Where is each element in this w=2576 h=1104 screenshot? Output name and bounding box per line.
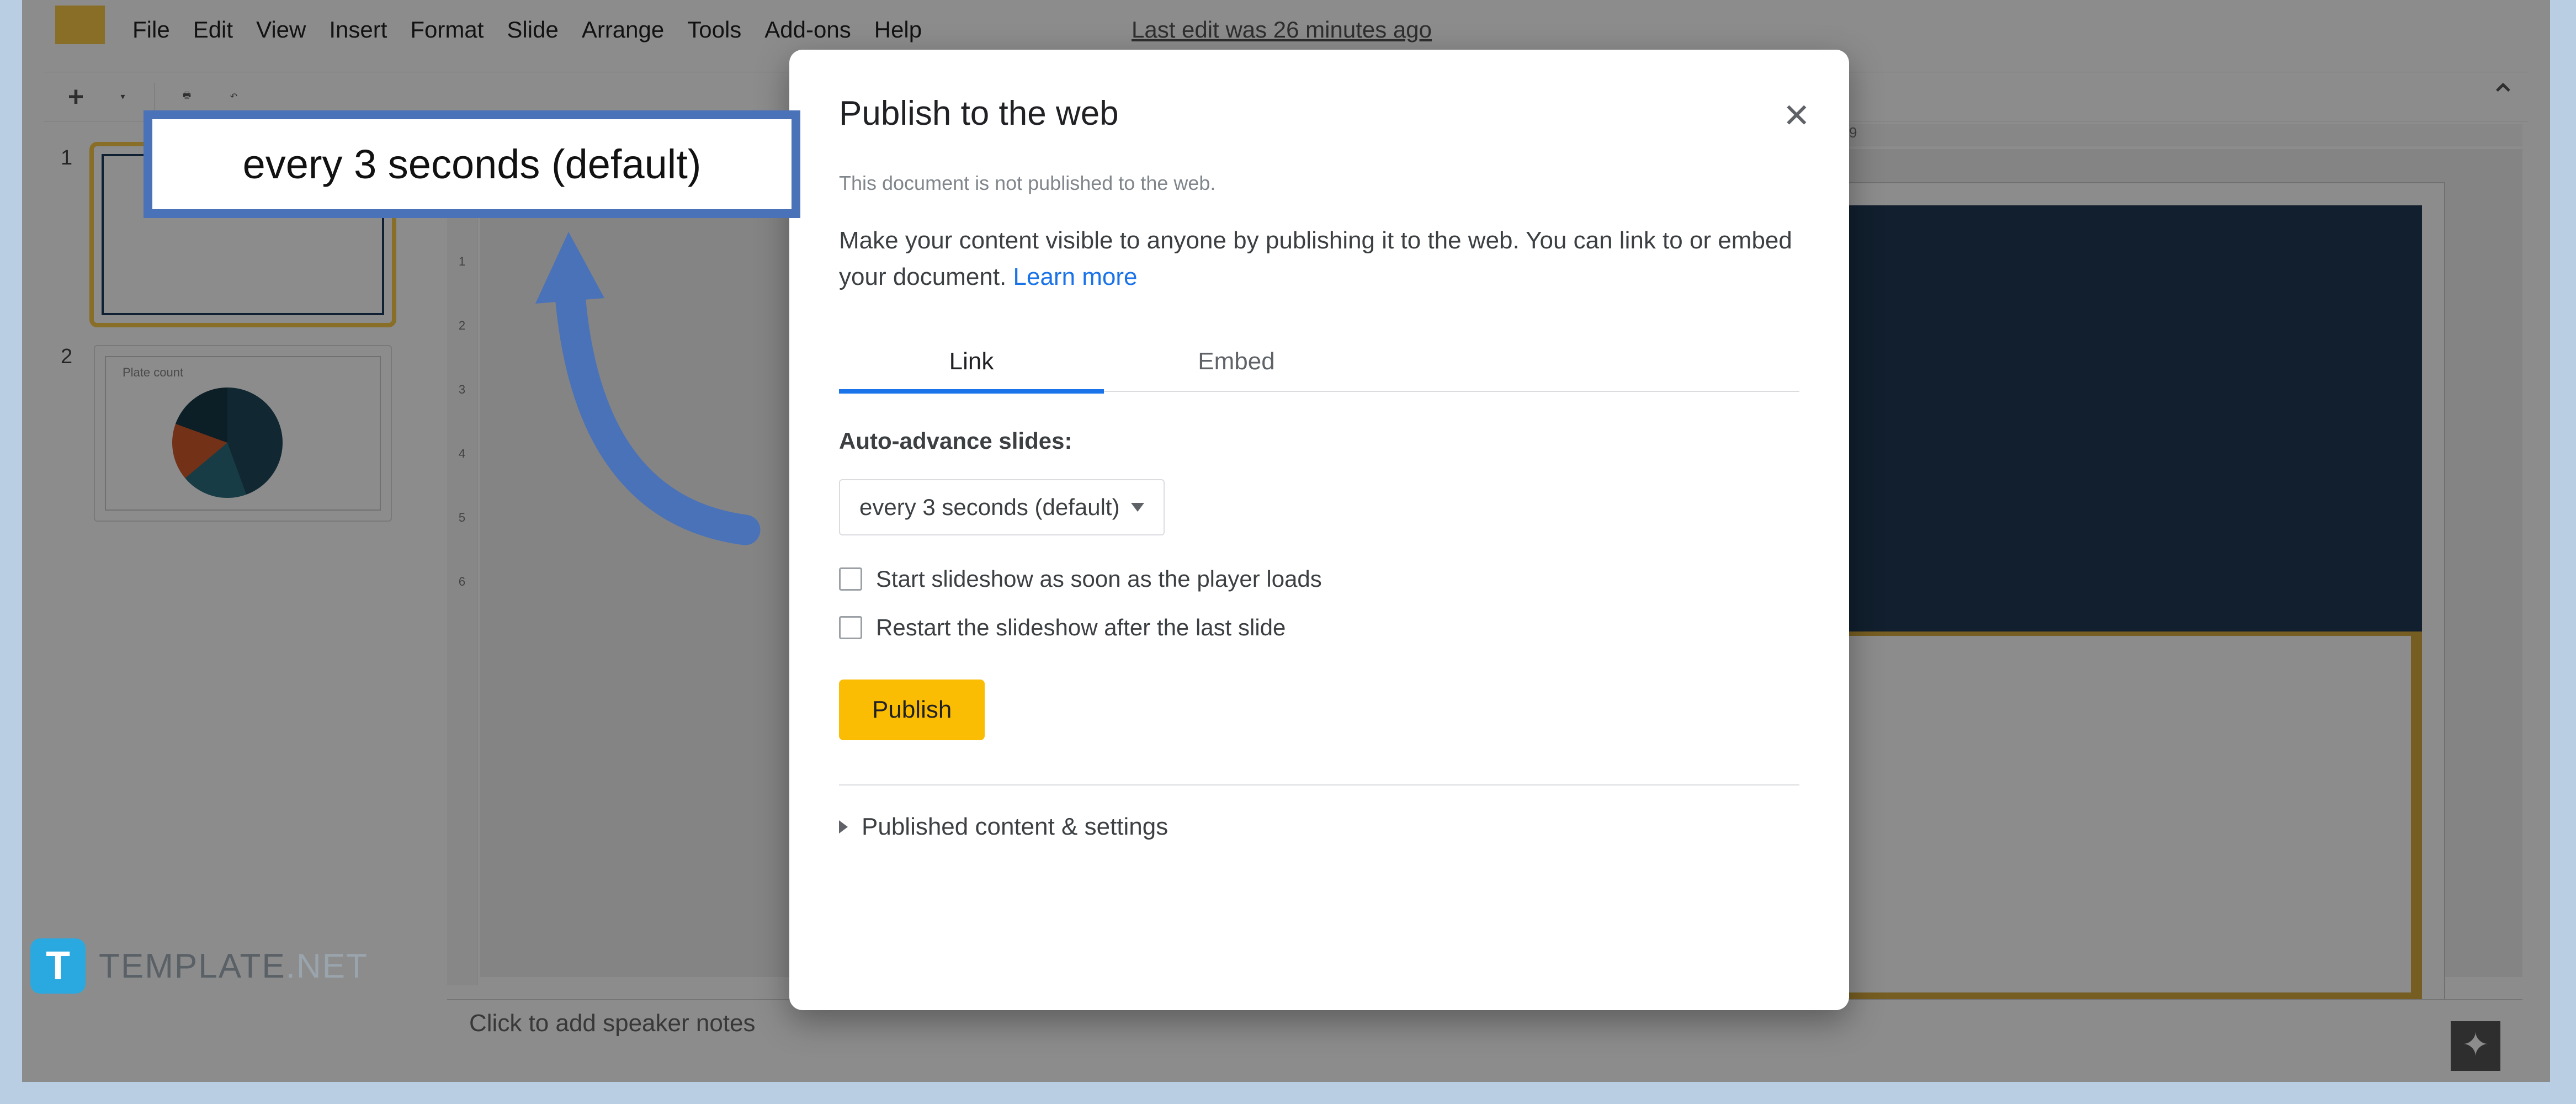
watermark-text: TEMPLATE.NET bbox=[99, 947, 368, 986]
dialog-divider bbox=[839, 784, 1799, 785]
checkbox-row-start[interactable]: Start slideshow as soon as the player lo… bbox=[839, 566, 1799, 592]
expand-triangle-icon bbox=[839, 820, 848, 834]
watermark-icon: T bbox=[30, 938, 86, 994]
annotation-callout: every 3 seconds (default) bbox=[144, 110, 800, 218]
annotation-arrow-icon bbox=[513, 221, 789, 563]
publish-button[interactable]: Publish bbox=[839, 680, 985, 740]
checkbox-restart-label: Restart the slideshow after the last sli… bbox=[876, 614, 1286, 641]
tab-embed[interactable]: Embed bbox=[1104, 334, 1369, 391]
publish-dialog: ✕ Publish to the web This document is no… bbox=[789, 50, 1849, 1010]
close-icon[interactable]: ✕ bbox=[1783, 97, 1810, 135]
auto-advance-value: every 3 seconds (default) bbox=[859, 494, 1120, 521]
dialog-tabs: Link Embed bbox=[839, 334, 1799, 392]
checkbox-start-label: Start slideshow as soon as the player lo… bbox=[876, 566, 1322, 592]
dialog-desc-text: Make your content visible to anyone by p… bbox=[839, 227, 1792, 290]
auto-advance-label: Auto-advance slides: bbox=[839, 428, 1799, 454]
callout-text: every 3 seconds (default) bbox=[243, 141, 702, 188]
auto-advance-select[interactable]: every 3 seconds (default) bbox=[839, 479, 1165, 535]
publish-status-text: This document is not published to the we… bbox=[839, 172, 1799, 195]
checkbox-start-slideshow[interactable] bbox=[839, 567, 862, 591]
learn-more-link[interactable]: Learn more bbox=[1013, 263, 1138, 290]
checkbox-restart-slideshow[interactable] bbox=[839, 616, 862, 639]
dialog-description: Make your content visible to anyone by p… bbox=[839, 222, 1799, 295]
checkbox-row-restart[interactable]: Restart the slideshow after the last sli… bbox=[839, 614, 1799, 641]
template-net-watermark: T TEMPLATE.NET bbox=[30, 938, 368, 994]
watermark-brand: TEMPLATE bbox=[99, 947, 286, 985]
watermark-suffix: .NET bbox=[286, 947, 368, 985]
dialog-title: Publish to the web bbox=[839, 94, 1799, 133]
dropdown-caret-icon bbox=[1131, 503, 1144, 512]
published-content-label: Published content & settings bbox=[862, 813, 1168, 841]
published-content-settings[interactable]: Published content & settings bbox=[839, 813, 1799, 841]
tab-link[interactable]: Link bbox=[839, 334, 1104, 394]
